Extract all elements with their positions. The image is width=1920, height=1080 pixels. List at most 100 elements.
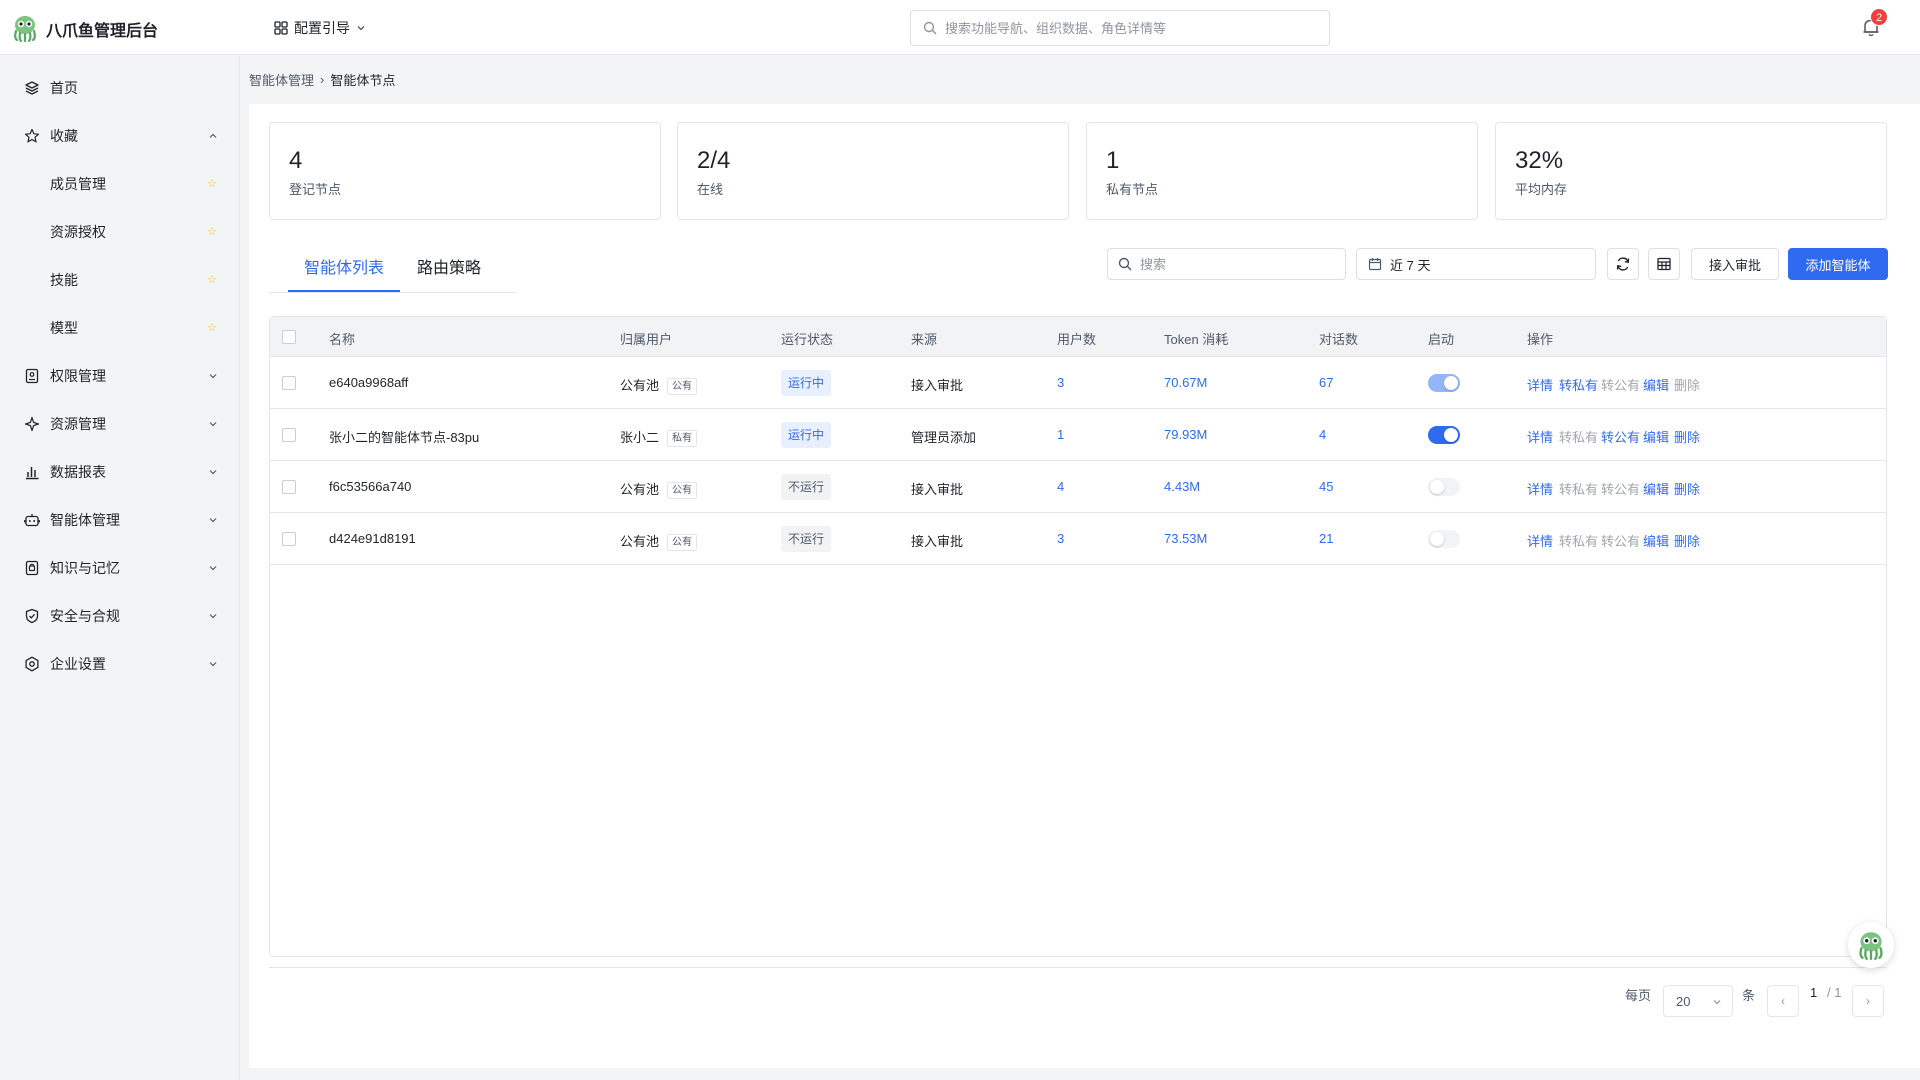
cell-users[interactable]: 4 <box>1057 479 1064 494</box>
column-header-tokens[interactable]: Token 消耗 <box>1164 329 1228 348</box>
enable-toggle[interactable] <box>1428 478 1460 496</box>
status-badge: 不运行 <box>781 474 832 500</box>
enable-toggle[interactable] <box>1428 374 1460 392</box>
row-action-3[interactable]: 编辑 <box>1643 427 1669 446</box>
row-checkbox[interactable] <box>282 480 296 494</box>
stat-value: 2/4 <box>697 147 731 174</box>
next-page-button[interactable]: › <box>1852 985 1884 1017</box>
add-agent-button[interactable]: 添加智能体 <box>1788 248 1888 280</box>
enable-toggle[interactable] <box>1428 530 1460 548</box>
star-icon[interactable]: ☆ <box>207 225 217 238</box>
row-action-4[interactable]: 删除 <box>1674 427 1700 446</box>
prev-page-button[interactable]: ‹ <box>1767 985 1799 1017</box>
cell-owner: 公有池 公有 <box>620 479 698 500</box>
access-approval-button[interactable]: 接入审批 <box>1691 248 1779 280</box>
row-action-3[interactable]: 编辑 <box>1643 375 1669 394</box>
table-search[interactable] <box>1107 248 1346 280</box>
sidebar-item-favorites[interactable]: 收藏 <box>0 116 240 156</box>
cell-tokens[interactable]: 4.43M <box>1164 479 1200 494</box>
row-action-4[interactable]: 删除 <box>1674 375 1700 394</box>
sidebar-item-models[interactable]: 模型 ☆ <box>0 308 240 348</box>
tab-routing-policy[interactable]: 路由策略 <box>417 254 481 278</box>
column-header-users[interactable]: 用户数 <box>1057 329 1096 348</box>
sidebar-item-resources[interactable]: 资源管理 <box>0 404 240 444</box>
breadcrumb-parent[interactable]: 智能体管理 <box>249 70 314 89</box>
status-badge: 运行中 <box>781 422 832 448</box>
star-icon[interactable]: ☆ <box>207 177 217 190</box>
global-search-input[interactable] <box>945 20 1305 36</box>
row-action-2[interactable]: 转公有 <box>1601 479 1640 498</box>
page-size-select[interactable]: 20 <box>1663 985 1733 1017</box>
column-header-chats[interactable]: 对话数 <box>1319 329 1358 348</box>
cell-source: 接入审批 <box>911 378 964 393</box>
column-header-owner[interactable]: 归属用户 <box>620 329 672 348</box>
sidebar-item-member-management[interactable]: 成员管理 ☆ <box>0 164 240 204</box>
row-action-1[interactable]: 转私有 <box>1559 427 1598 446</box>
chevron-down-icon <box>1713 1000 1721 1005</box>
visibility-tag: 公有 <box>667 482 698 500</box>
row-checkbox[interactable] <box>282 532 296 546</box>
sidebar-item-knowledge[interactable]: 知识与记忆 <box>0 548 240 588</box>
row-action-0[interactable]: 详情 <box>1527 531 1553 550</box>
date-range-picker[interactable]: 近 7 天 <box>1356 248 1596 280</box>
column-settings-button[interactable] <box>1648 248 1680 280</box>
row-action-2[interactable]: 转公有 <box>1601 427 1640 446</box>
column-header-status[interactable]: 运行状态 <box>781 329 833 348</box>
cell-chats[interactable]: 45 <box>1319 479 1333 494</box>
sidebar-item-agents[interactable]: 智能体管理 <box>0 500 240 540</box>
sidebar-item-permissions[interactable]: 权限管理 <box>0 356 240 396</box>
star-icon[interactable]: ☆ <box>207 321 217 334</box>
row-action-1[interactable]: 转私有 <box>1559 531 1598 550</box>
row-action-2[interactable]: 转公有 <box>1601 531 1640 550</box>
sidebar-item-label: 收藏 <box>50 128 78 144</box>
cell-tokens[interactable]: 70.67M <box>1164 375 1207 390</box>
refresh-button[interactable] <box>1607 248 1639 280</box>
row-action-4[interactable]: 删除 <box>1674 531 1700 550</box>
calendar-icon <box>1368 258 1382 271</box>
row-checkbox[interactable] <box>282 428 296 442</box>
sidebar-item-skills[interactable]: 技能 ☆ <box>0 260 240 300</box>
column-header-source[interactable]: 来源 <box>911 329 937 348</box>
table-columns-icon <box>1657 257 1671 271</box>
enable-toggle[interactable] <box>1428 426 1460 444</box>
row-action-3[interactable]: 编辑 <box>1643 531 1669 550</box>
assistant-float-button[interactable] <box>1848 922 1894 968</box>
breadcrumb: 智能体管理 › 智能体节点 <box>249 70 395 89</box>
row-action-4[interactable]: 删除 <box>1674 479 1700 498</box>
sidebar-item-resource-auth[interactable]: 资源授权 ☆ <box>0 212 240 252</box>
cell-chats[interactable]: 21 <box>1319 531 1333 546</box>
row-action-0[interactable]: 详情 <box>1527 375 1553 394</box>
sidebar-item-enterprise-settings[interactable]: 企业设置 <box>0 644 240 684</box>
cell-tokens[interactable]: 79.93M <box>1164 427 1207 442</box>
cell-source: 管理员添加 <box>911 430 977 445</box>
column-header-name[interactable]: 名称 <box>329 329 355 348</box>
row-checkbox[interactable] <box>282 376 296 390</box>
cell-chats[interactable]: 4 <box>1319 427 1326 442</box>
table-search-input[interactable] <box>1140 256 1330 272</box>
cell-tokens[interactable]: 73.53M <box>1164 531 1207 546</box>
sidebar-item-home[interactable]: 首页 <box>0 68 240 108</box>
row-action-2[interactable]: 转公有 <box>1601 375 1640 394</box>
config-guide-menu[interactable]: 配置引导 <box>274 18 366 38</box>
cell-chats[interactable]: 67 <box>1319 375 1333 390</box>
owner-name: 公有池 <box>620 378 660 393</box>
table-row: e640a9968aff 公有池 公有 运行中 接入审批 3 70.67M 67 详情 转私有 转公… <box>270 357 1886 409</box>
sidebar-item-reports[interactable]: 数据报表 <box>0 452 240 492</box>
cell-users[interactable]: 1 <box>1057 427 1064 442</box>
row-action-1[interactable]: 转私有 <box>1559 479 1598 498</box>
star-icon[interactable]: ☆ <box>207 273 217 286</box>
sidebar-item-security[interactable]: 安全与合规 <box>0 596 240 636</box>
column-header-enabled[interactable]: 启动 <box>1428 329 1454 348</box>
row-action-0[interactable]: 详情 <box>1527 427 1553 446</box>
row-action-3[interactable]: 编辑 <box>1643 479 1669 498</box>
global-search[interactable] <box>910 10 1330 46</box>
select-all-checkbox[interactable] <box>282 330 296 344</box>
bar-chart-icon <box>26 467 39 480</box>
row-action-0[interactable]: 详情 <box>1527 479 1553 498</box>
shield-icon <box>25 608 39 624</box>
cell-users[interactable]: 3 <box>1057 375 1064 390</box>
row-action-1[interactable]: 转私有 <box>1559 375 1598 394</box>
tab-agent-list[interactable]: 智能体列表 <box>304 254 384 278</box>
cell-users[interactable]: 3 <box>1057 531 1064 546</box>
chevron-down-icon <box>209 566 217 571</box>
